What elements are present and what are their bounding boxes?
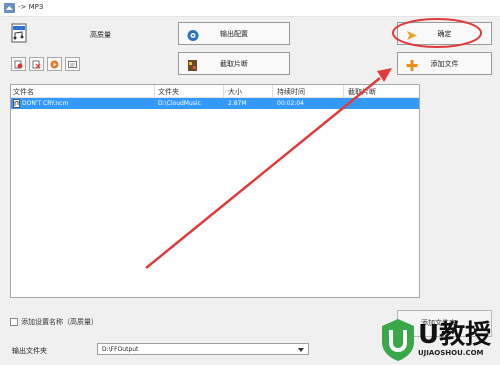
clear-icon	[32, 60, 41, 68]
watermark-logo: U教授 UJIAOSHOU.COM	[378, 310, 500, 365]
file-info-button[interactable]	[65, 57, 80, 71]
column-header-folder[interactable]: 文件夹	[158, 87, 179, 97]
annotation-arrow-head	[377, 68, 392, 82]
add-file-button[interactable]: 添加文件	[397, 52, 492, 75]
output-folder-value: D:\FFOutput	[102, 346, 139, 353]
converter-window: -> MP3 高质量 输出配置 确定 截取片断 添加文件 文件名 文件夹 大小 …	[0, 0, 500, 365]
audio-file-icon	[11, 23, 27, 43]
column-divider	[272, 85, 273, 97]
settings-disc-icon	[187, 30, 199, 41]
table-row[interactable]: DON'T CRY.ncm D:\CloudMusic 2.87M 00:02:…	[11, 98, 419, 109]
remove-file-button[interactable]	[11, 57, 26, 71]
plus-icon	[406, 60, 418, 71]
file-list-header: 文件名 文件夹 大小 持续时间 截取片断	[11, 85, 419, 98]
info-icon	[68, 60, 77, 68]
file-toolbar	[11, 57, 80, 71]
column-header-filename[interactable]: 文件名	[13, 87, 34, 97]
column-header-duration[interactable]: 持续时间	[277, 87, 305, 97]
play-button[interactable]	[47, 57, 62, 71]
add-setting-checkbox[interactable]	[10, 318, 18, 326]
column-header-clip[interactable]: 截取片断	[348, 87, 376, 97]
music-file-icon	[13, 99, 20, 108]
output-folder-label: 输出文件夹	[12, 347, 47, 355]
column-divider	[223, 85, 224, 97]
chevron-down-icon	[298, 348, 304, 352]
quality-label: 高质量	[90, 31, 111, 39]
ok-arrow-icon	[407, 31, 417, 40]
clip-button[interactable]: 截取片断	[178, 52, 290, 75]
file-list[interactable]: 文件名 文件夹 大小 持续时间 截取片断 DON'T CRY.ncm D:\Cl…	[10, 84, 420, 298]
play-icon	[50, 60, 59, 68]
clear-list-button[interactable]	[29, 57, 44, 71]
add-setting-label: 添加设置名称（高质量）	[21, 318, 98, 326]
shield-logo-icon	[382, 319, 414, 361]
remove-icon	[14, 60, 23, 68]
title-bar: -> MP3	[0, 0, 500, 17]
row-duration: 00:02:04	[277, 100, 304, 107]
row-folder: D:\CloudMusic	[158, 100, 201, 107]
watermark-text: U教授	[418, 320, 492, 350]
column-header-size[interactable]: 大小	[228, 87, 242, 97]
row-filename: DON'T CRY.ncm	[22, 100, 69, 107]
ok-button[interactable]: 确定	[397, 22, 492, 45]
column-divider	[343, 85, 344, 97]
app-icon	[4, 3, 15, 13]
column-divider	[154, 85, 155, 97]
film-clip-icon	[188, 60, 197, 71]
watermark-url: UJIAOSHOU.COM	[418, 349, 484, 357]
add-setting-option[interactable]: 添加设置名称（高质量）	[10, 317, 98, 327]
output-config-button[interactable]: 输出配置	[178, 22, 290, 45]
row-size: 2.87M	[228, 100, 247, 107]
output-folder-select[interactable]: D:\FFOutput	[97, 343, 309, 355]
window-title: -> MP3	[18, 3, 44, 11]
